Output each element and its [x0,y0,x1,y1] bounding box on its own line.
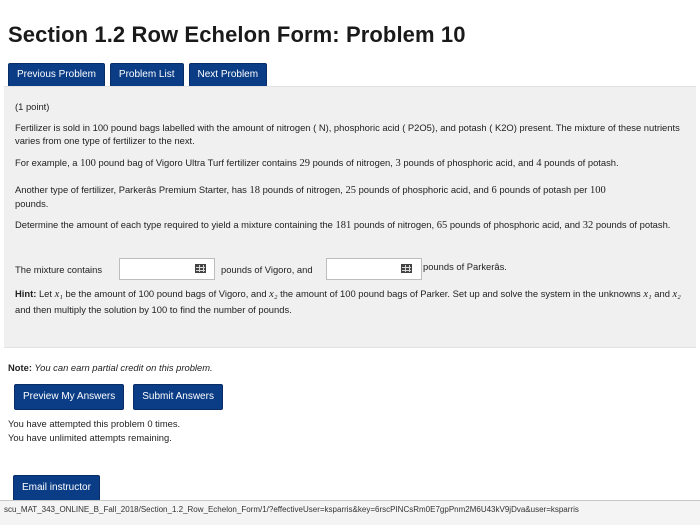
text: pounds of phosphoric acid, and [355,184,492,195]
number: 100 [80,158,96,169]
answer-actions: Preview My Answers Submit Answers [14,384,223,410]
text: pounds of potash. [593,219,671,230]
text: pounds of potash. [541,157,619,168]
attempts-info: You have attempted this problem 0 times.… [8,417,180,445]
equation-editor-icon[interactable] [195,264,206,273]
text: pound bag of Vigoro Ultra Turf fertilize… [95,157,300,168]
text: pounds of nitrogen, [309,157,396,168]
hint-text: Hint: Let x₁ be the amount of 100 pound … [15,286,695,317]
equation-editor-icon[interactable] [401,264,412,273]
partial-credit-note: Note: You can earn partial credit on thi… [8,362,213,373]
attempts-count: You have attempted this problem 0 times. [8,418,181,429]
previous-problem-button[interactable]: Previous Problem [8,63,105,87]
number: 29 [299,158,310,169]
text: pounds of nitrogen, [259,184,346,195]
note-label: Note: [8,362,32,373]
next-problem-button[interactable]: Next Problem [188,63,268,87]
number: 25 [345,185,356,196]
number: 18 [249,185,260,196]
text: pounds of phosphoric acid, and [447,219,583,230]
variable: x₁ [643,289,652,300]
submit-answers-button[interactable]: Submit Answers [133,384,223,410]
text: pounds. [15,198,49,209]
hint-label: Hint: [15,288,37,299]
attempts-remaining: You have unlimited attempts remaining. [8,432,172,443]
status-url: scu_MAT_343_ONLINE_B_Fall_2018/Section_1… [0,500,700,525]
points-label: (1 point) [15,101,50,112]
problem-nav: Previous Problem Problem List Next Probl… [8,63,268,87]
number: 32 [582,220,594,231]
text: pounds of potash per [496,184,591,195]
variable: x₂ [672,289,681,300]
text: pounds of nitrogen, [351,219,437,230]
problem-list-button[interactable]: Problem List [109,63,184,87]
text: be the amount of 100 pound bags of Vigor… [62,288,270,299]
number: 181 [335,220,352,231]
number: 65 [436,220,448,231]
page-title: Section 1.2 Row Echelon Form: Problem 10 [8,22,466,47]
text: the amount of 100 pound bags of Parker. … [277,288,644,299]
text: For example, a [15,157,81,168]
vigoro-description: For example, a 100 pound bag of Vigoro U… [15,156,695,170]
problem-intro: Fertilizer is sold in 100 pound bags lab… [15,121,695,147]
number: 100 [590,185,606,196]
text: Determine the amount of each type requir… [15,219,336,230]
mixture-label: The mixture contains [15,264,103,275]
parker-label: pounds of Parkerâs. [423,261,507,272]
parker-description: Another type of fertilizer, Parkerâs Pre… [15,183,695,210]
text: Let [36,288,55,299]
note-text: You can earn partial credit on this prob… [31,362,213,373]
text: Another type of fertilizer, Parkerâs Pre… [15,184,250,195]
answer-row: The mixture contains pounds of Vigoro, a… [15,258,695,284]
email-instructor-button[interactable]: Email instructor [13,475,100,501]
preview-answers-button[interactable]: Preview My Answers [14,384,125,410]
text: and then multiply the solution by 100 to… [15,304,292,315]
email-section: Email instructor [13,475,100,501]
text: pounds of phosphoric acid, and [400,157,537,168]
variable: x₁ [54,289,63,300]
problem-intro-text: Fertilizer is sold in 100 pound bags lab… [15,122,680,146]
text: and [651,288,673,299]
vigoro-label: pounds of Vigoro, and [221,264,313,275]
webwork-problem-page: Section 1.2 Row Echelon Form: Problem 10… [0,0,700,525]
task-description: Determine the amount of each type requir… [15,218,695,232]
